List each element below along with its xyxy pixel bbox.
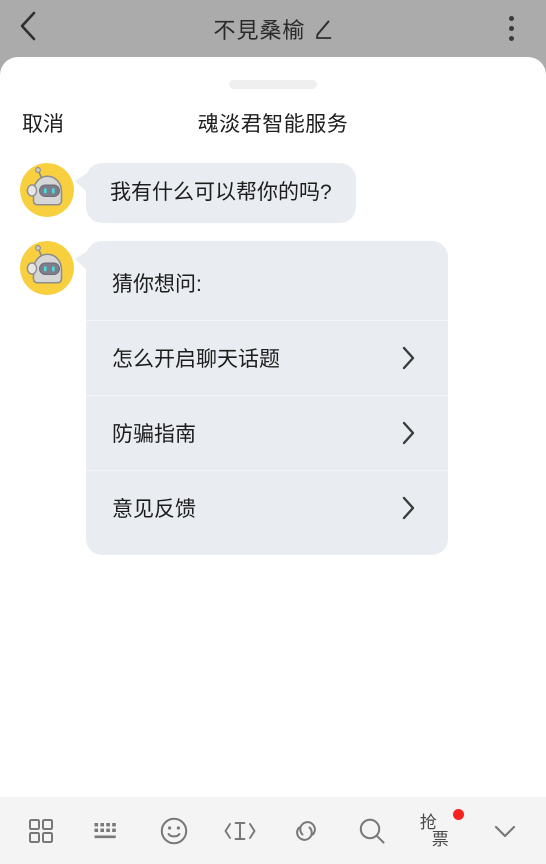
- ticket-char-2: 票: [431, 829, 449, 849]
- suggestion-item-label: 意见反馈: [112, 498, 196, 522]
- suggestion-message-row: 猜你想问: 怎么开启聊天话题 防骗指南 意见反馈: [0, 241, 546, 556]
- chevron-right-icon: [400, 345, 416, 371]
- search-icon[interactable]: [345, 804, 399, 858]
- chat-message-row: 我有什么可以帮你的吗?: [0, 163, 546, 224]
- chevron-left-icon: [18, 10, 38, 47]
- suggestion-item-label: 防骗指南: [112, 423, 196, 447]
- cancel-button[interactable]: 取消: [22, 108, 64, 138]
- suggestion-item-feedback[interactable]: 意见反馈: [86, 470, 448, 545]
- suggestion-item-anti-fraud[interactable]: 防骗指南: [86, 395, 448, 470]
- chevron-right-icon: [400, 495, 416, 521]
- robot-avatar: [20, 241, 74, 296]
- grid-apps-icon[interactable]: [14, 804, 68, 858]
- more-dot: [508, 36, 514, 41]
- drag-handle[interactable]: [229, 80, 317, 89]
- suggestion-item-label: 怎么开启聊天话题: [112, 348, 280, 372]
- keyboard-icon[interactable]: [80, 804, 134, 858]
- suggestion-card: 猜你想问: 怎么开启聊天话题 防骗指南 意见反馈: [75, 241, 448, 556]
- top-header-bar: 不見桑榆: [0, 0, 546, 57]
- suggestion-card-title: 猜你想问:: [112, 273, 202, 297]
- more-dot: [508, 26, 514, 31]
- page-title: 不見桑榆: [213, 17, 306, 43]
- robot-avatar: [20, 163, 74, 217]
- back-button[interactable]: [18, 9, 52, 49]
- sheet-header: 取消 魂淡君智能服务: [0, 97, 546, 149]
- grab-ticket-icon[interactable]: 抢 票: [412, 804, 466, 858]
- chevron-right-icon: [400, 420, 416, 446]
- sheet-title: 魂淡君智能服务: [197, 113, 349, 136]
- text-cursor-icon[interactable]: [213, 804, 267, 858]
- more-dot: [508, 16, 514, 21]
- ticket-char-1: 抢: [419, 812, 437, 832]
- header-title-group: 不見桑榆: [52, 13, 494, 45]
- emoji-smiley-icon[interactable]: [147, 804, 201, 858]
- chevron-down-icon[interactable]: [478, 804, 532, 858]
- chat-area: 我有什么可以帮你的吗? 猜你想问: 怎么开启聊天话题 防骗指南 意见反馈: [0, 149, 546, 556]
- more-vertical-icon[interactable]: [494, 9, 528, 49]
- bottom-sheet: 取消 魂淡君智能服务 我有什么可以帮你的吗? 猜你想问: 怎么开启聊天话题 防骗…: [0, 57, 546, 864]
- ticket-label: 抢 票: [420, 812, 458, 850]
- chat-bubble: 我有什么可以帮你的吗?: [75, 163, 356, 224]
- bottom-toolbar: 抢 票: [0, 797, 546, 864]
- link-chain-icon[interactable]: [279, 804, 333, 858]
- suggestion-item-chat-topic[interactable]: 怎么开启聊天话题: [86, 320, 448, 395]
- notification-badge-dot: [452, 808, 464, 820]
- phone-screen: 不見桑榆 取消 魂淡君智能服务 我有什么可以帮你的吗? 猜你想问: 怎么开启聊天…: [0, 0, 546, 864]
- pencil-edit-icon[interactable]: [313, 19, 333, 41]
